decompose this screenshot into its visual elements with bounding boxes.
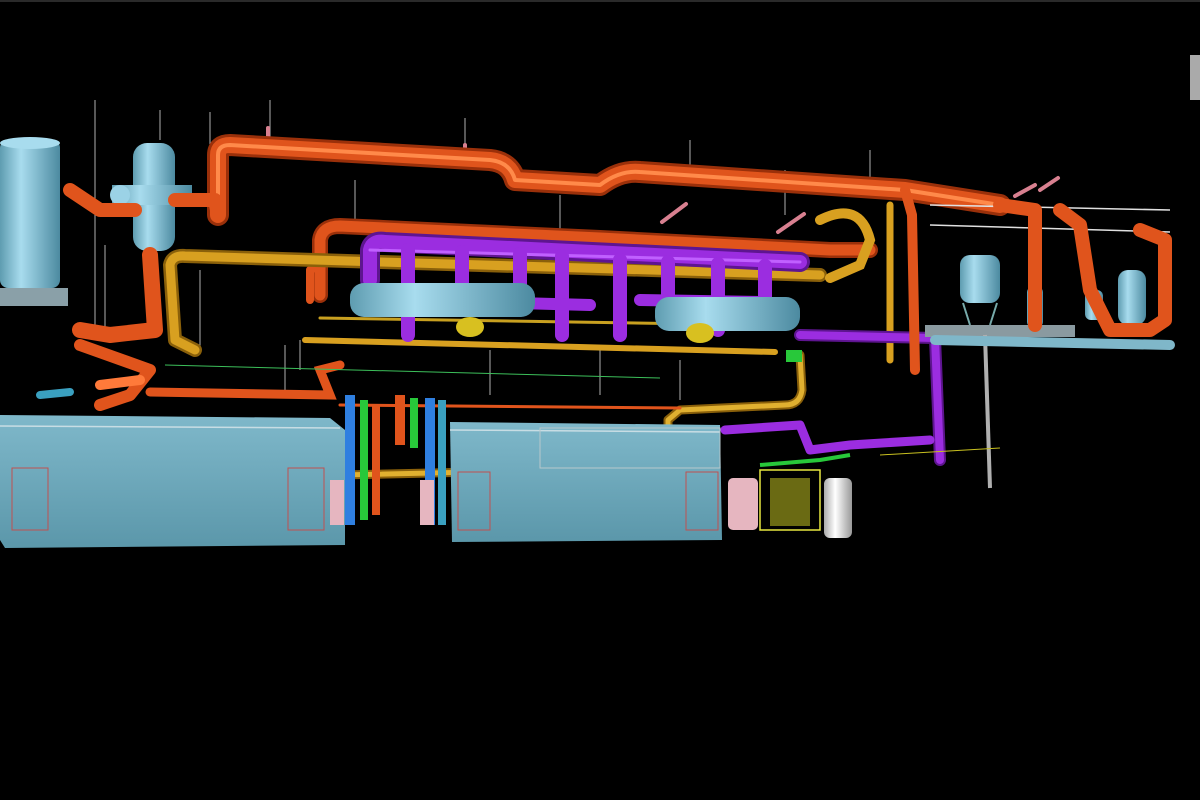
viewport-top-border: [0, 0, 1200, 2]
pipe-model-canvas[interactable]: [0, 0, 1200, 800]
partial-object-right-edge: [1190, 55, 1200, 100]
heat-exchanger-left[interactable]: [350, 283, 535, 337]
green-valve[interactable]: [786, 350, 802, 362]
air-handler-left[interactable]: [0, 415, 345, 548]
model-viewport[interactable]: [0, 0, 1200, 800]
hot-water-main-top[interactable]: [207, 134, 1011, 226]
valve-cluster-center[interactable]: [330, 395, 446, 525]
green-guide-line: [164, 364, 661, 379]
air-handler-right[interactable]: [449, 422, 722, 542]
skid-bottom-right[interactable]: [728, 453, 852, 538]
tank-left-large[interactable]: [0, 137, 68, 306]
tank-right-a[interactable]: [960, 255, 1000, 326]
heat-exchanger-right[interactable]: [655, 297, 800, 343]
